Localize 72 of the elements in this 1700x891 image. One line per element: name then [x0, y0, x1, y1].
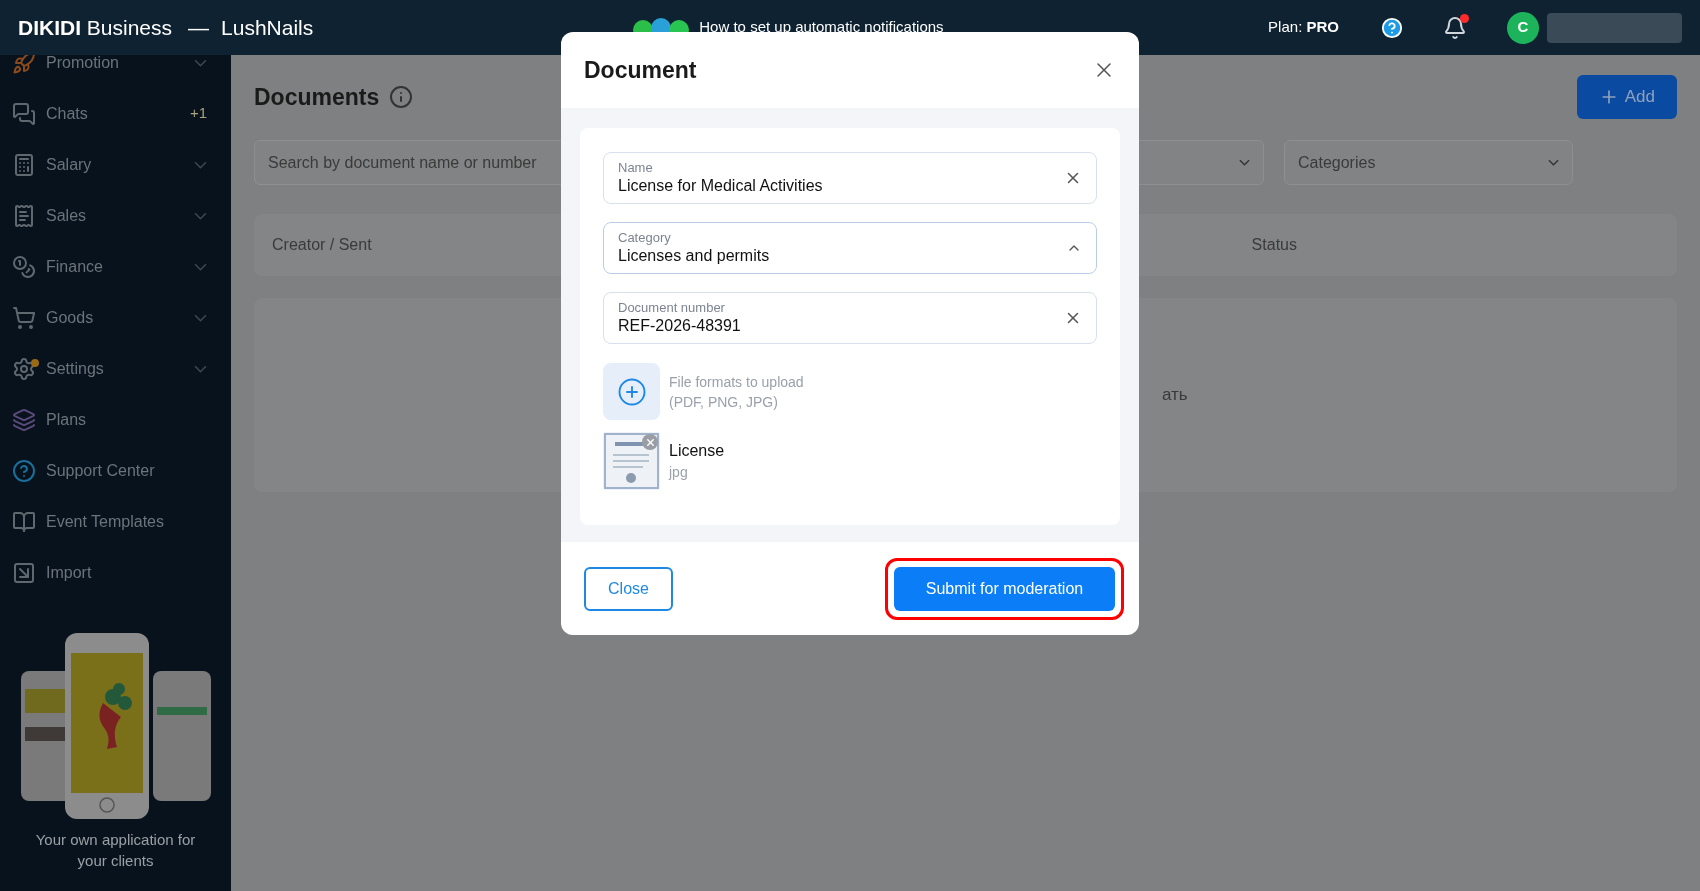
settings-icon: [12, 356, 36, 381]
sidebar-item[interactable]: Salary: [0, 139, 231, 190]
file-extension: jpg: [669, 463, 689, 482]
sidebar-item[interactable]: Sales: [0, 190, 231, 241]
sidebar-label: Support Center: [46, 460, 156, 481]
file-name: License: [669, 441, 725, 461]
category-select[interactable]: Category Licenses and permits: [603, 222, 1097, 274]
submit-button[interactable]: Submit for moderation: [894, 566, 1115, 611]
calculator-icon: [12, 152, 36, 177]
chat-icon: [12, 101, 36, 126]
upload-button[interactable]: [603, 363, 660, 420]
sidebar-label: Import: [46, 562, 93, 583]
upload-hint: (PDF, PNG, JPG): [669, 392, 779, 412]
column-header: Creator / Sent: [272, 235, 372, 255]
upload-hint: File formats to upload: [669, 372, 804, 392]
sidebar-item[interactable]: Import: [0, 547, 231, 598]
sidebar-label: Salary: [46, 154, 93, 175]
sidebar-item[interactable]: Plans: [0, 394, 231, 445]
chevron-down-icon[interactable]: [194, 364, 207, 373]
sidebar-label: Chats: [46, 103, 89, 124]
chevron-down-icon[interactable]: [194, 262, 207, 271]
coins-icon: [12, 254, 36, 279]
user-avatar[interactable]: C: [1507, 11, 1539, 44]
sidebar-label: Goods: [46, 307, 95, 328]
layers-icon: [12, 407, 36, 432]
info-icon[interactable]: [389, 85, 414, 109]
help-icon[interactable]: [1381, 16, 1403, 39]
company-name: LushNails: [221, 14, 314, 41]
rocket-icon: [12, 55, 36, 75]
sidebar-item[interactable]: Settings: [0, 343, 231, 394]
import-icon: [12, 560, 36, 585]
chevron-down-icon[interactable]: [194, 211, 207, 220]
field-label: Name: [618, 160, 654, 176]
sidebar-item[interactable]: Event Templates: [0, 496, 231, 547]
promo-text[interactable]: Your own application for your clients: [20, 829, 211, 871]
chevron-down-icon[interactable]: [1239, 159, 1250, 166]
text-field[interactable]: Document number REF-2026-48391: [603, 292, 1097, 344]
help-icon: [12, 458, 36, 483]
plus-icon: [616, 376, 647, 407]
sidebar-label: Plans: [46, 409, 88, 430]
sidebar-item[interactable]: Promotion: [0, 55, 231, 88]
sidebar-label: Sales: [46, 205, 88, 226]
receipt-icon: [12, 203, 36, 228]
close-button[interactable]: Close: [584, 566, 673, 611]
sidebar-item[interactable]: Goods: [0, 292, 231, 343]
sidebar-item[interactable]: Finance: [0, 241, 231, 292]
sidebar-label: Settings: [46, 358, 105, 379]
sidebar-label: Event Templates: [46, 511, 165, 532]
cart-icon: [12, 305, 36, 330]
add-button[interactable]: Add: [1576, 75, 1677, 119]
sidebar-label: Finance: [46, 256, 104, 277]
empty-message: ать: [1162, 384, 1188, 407]
plan-label: Plan: PRO: [1268, 17, 1339, 38]
book-icon: [12, 509, 36, 534]
column-header: Status: [1251, 235, 1297, 255]
page-title: Documents: [254, 82, 380, 112]
text-field[interactable]: Name License for Medical Activities: [603, 152, 1097, 204]
separator: —: [188, 14, 210, 41]
filter-dropdown[interactable]: Categories: [1284, 140, 1573, 185]
chevron-down-icon[interactable]: [194, 58, 207, 67]
sidebar-item[interactable]: Chats +1: [0, 88, 231, 139]
sidebar-label: Promotion: [46, 55, 120, 73]
field-label: Category: [618, 230, 672, 246]
unread-count: +1: [189, 103, 207, 124]
sidebar-item[interactable]: Support Center: [0, 445, 231, 496]
notifications-button[interactable]: [1443, 15, 1467, 40]
chevron-down-icon[interactable]: [194, 160, 207, 169]
chevron-down-icon[interactable]: [194, 313, 207, 322]
chevron-down-icon[interactable]: [1548, 159, 1559, 166]
dialog-title: Document: [584, 55, 697, 85]
brand-logo[interactable]: DIKIDI Business: [18, 11, 173, 44]
field-label: Document number: [618, 300, 726, 316]
